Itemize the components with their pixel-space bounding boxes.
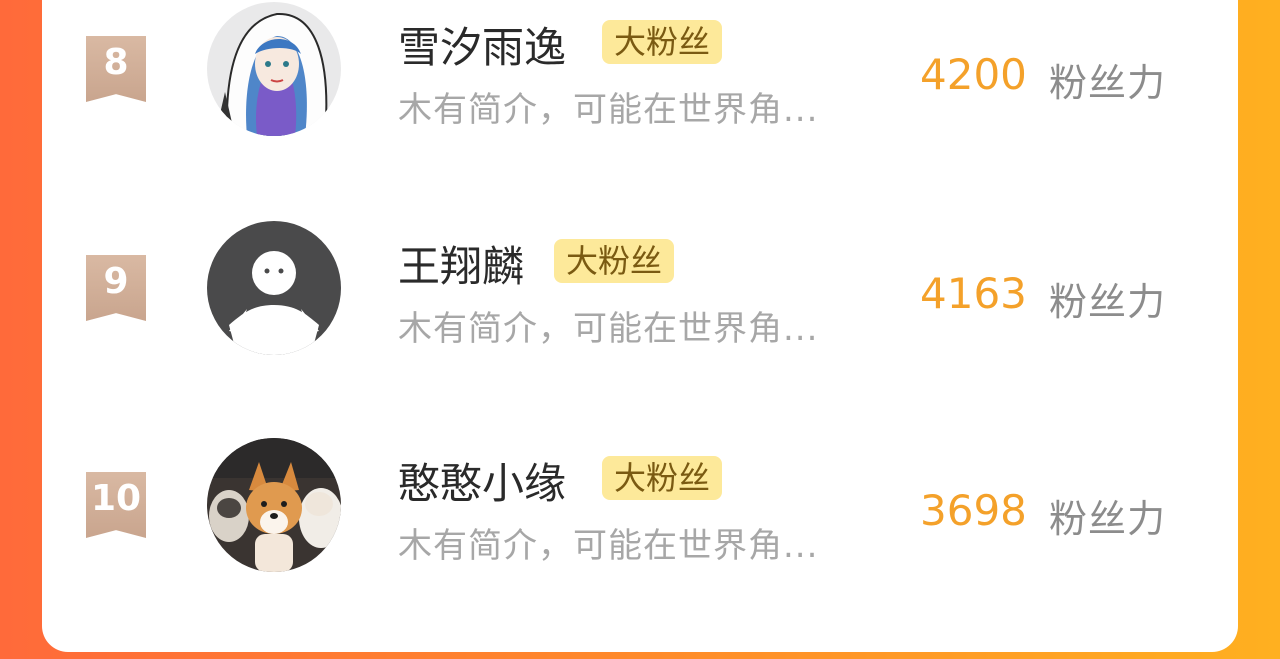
avatar[interactable] bbox=[207, 221, 341, 355]
fan-power-score: 4200 bbox=[920, 50, 1027, 99]
ranking-row[interactable]: 8 雪汐雨逸 大粉丝 木有简介，可能在世界角... 4200 粉丝力 bbox=[42, 0, 1238, 140]
user-bio: 木有简介，可能在世界角... bbox=[398, 90, 819, 130]
avatar[interactable] bbox=[207, 2, 341, 136]
ranking-row[interactable]: 10 憨憨小缘 大粉丝 木有简介，可能在世界角... 3698 粉丝力 bbox=[42, 436, 1238, 576]
fan-power-score: 4163 bbox=[920, 269, 1027, 318]
default-avatar-icon bbox=[207, 221, 341, 355]
avatar[interactable] bbox=[207, 438, 341, 572]
dogs-avatar-icon bbox=[207, 438, 341, 572]
user-bio: 木有简介，可能在世界角... bbox=[398, 526, 819, 566]
fan-power-unit: 粉丝力 bbox=[1049, 497, 1167, 541]
fan-level-badge: 大粉丝 bbox=[554, 239, 675, 283]
user-name[interactable]: 王翔麟 bbox=[398, 233, 524, 294]
user-name[interactable]: 雪汐雨逸 bbox=[398, 14, 566, 75]
fan-power-unit: 粉丝力 bbox=[1049, 280, 1167, 324]
anime-avatar-icon bbox=[207, 2, 341, 136]
ranking-row[interactable]: 9 王翔麟 大粉丝 木有简介，可能在世界角... 4163 粉丝力 bbox=[42, 219, 1238, 359]
fan-level-badge: 大粉丝 bbox=[602, 456, 723, 500]
fan-power-unit: 粉丝力 bbox=[1049, 61, 1167, 105]
rank-ribbon: 9 bbox=[86, 255, 146, 321]
rank-ribbon: 10 bbox=[86, 472, 146, 538]
fan-power-score: 3698 bbox=[920, 486, 1027, 535]
rank-ribbon: 8 bbox=[86, 36, 146, 102]
user-bio: 木有简介，可能在世界角... bbox=[398, 309, 819, 349]
fan-level-badge: 大粉丝 bbox=[602, 20, 723, 64]
fan-ranking-card: 8 雪汐雨逸 大粉丝 木有简介，可能在世界角... 4200 粉丝力 9 王翔麟… bbox=[42, 0, 1238, 652]
user-name[interactable]: 憨憨小缘 bbox=[398, 450, 566, 511]
